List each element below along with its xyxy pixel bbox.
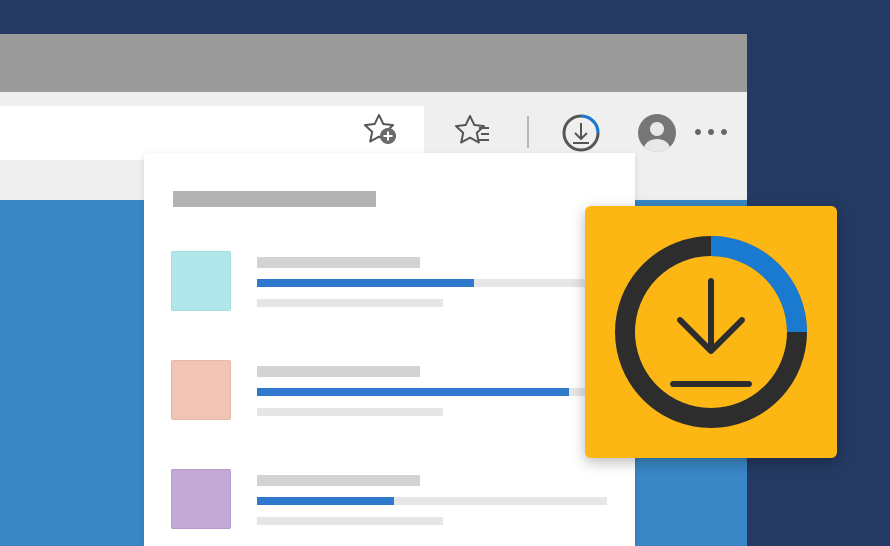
download-item[interactable] (144, 360, 635, 430)
file-status-placeholder (257, 299, 443, 307)
download-progress-track (257, 279, 607, 287)
more-options-icon[interactable] (694, 126, 728, 138)
download-progress-fill (257, 388, 569, 396)
download-progress-track (257, 388, 607, 396)
download-progress-track (257, 497, 607, 505)
toolbar-separator (527, 116, 529, 148)
download-arrow-icon (670, 278, 752, 387)
download-progress-fill (257, 279, 474, 287)
file-status-placeholder (257, 517, 443, 525)
downloads-panel (144, 153, 635, 546)
download-progress-fill (257, 497, 394, 505)
title-bar (0, 34, 747, 92)
download-item[interactable] (144, 469, 635, 539)
profile-icon[interactable] (637, 113, 677, 153)
download-item[interactable] (144, 251, 635, 321)
file-thumbnail (171, 360, 231, 420)
favorites-icon[interactable] (453, 112, 493, 148)
downloads-icon[interactable] (560, 112, 602, 154)
file-status-placeholder (257, 408, 443, 416)
file-thumbnail (171, 251, 231, 311)
file-thumbnail (171, 469, 231, 529)
file-name-placeholder (257, 257, 420, 268)
download-progress-icon (615, 236, 807, 428)
download-hero-tile (585, 206, 837, 458)
address-bar[interactable] (0, 106, 424, 160)
add-favorite-icon[interactable] (361, 111, 401, 147)
downloads-panel-title-placeholder (173, 191, 376, 207)
file-name-placeholder (257, 475, 420, 486)
file-name-placeholder (257, 366, 420, 377)
